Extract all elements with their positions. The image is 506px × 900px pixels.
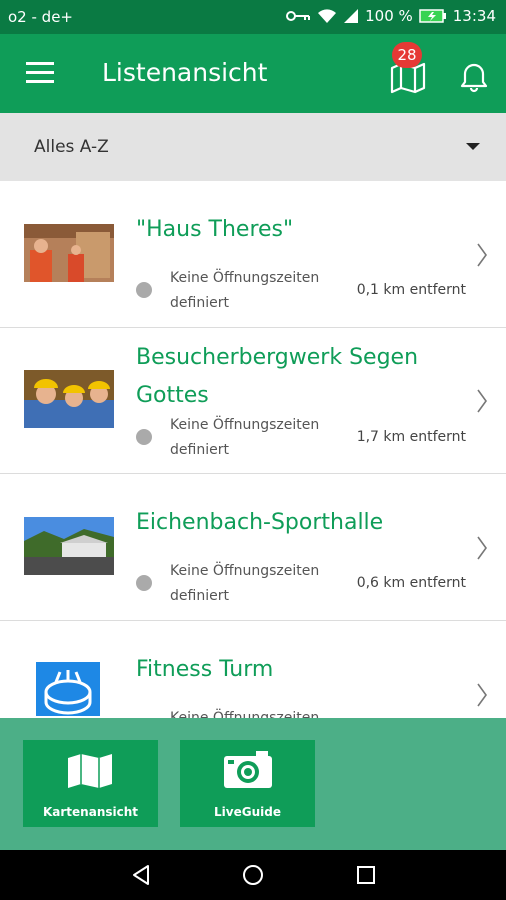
notification-count-badge: 28: [392, 42, 422, 68]
sort-filter-dropdown[interactable]: Alles A-Z: [0, 113, 506, 181]
list-item[interactable]: Besucherbergwerk Segen Gottes Keine Öffn…: [0, 327, 506, 474]
battery-percent: 100 %: [365, 7, 413, 25]
recents-icon[interactable]: [355, 864, 377, 886]
map-view-tile[interactable]: Kartenansicht: [23, 740, 158, 827]
map-view-label: Kartenansicht: [42, 805, 139, 819]
list-item[interactable]: Eichenbach-Sporthalle Keine Öffnungszeit…: [0, 474, 506, 621]
opening-status-dot: [136, 575, 152, 591]
opening-status-dot: [136, 429, 152, 445]
item-name: Besucherbergwerk Segen Gottes: [136, 345, 419, 408]
item-distance: 0,1 km entfernt: [356, 282, 466, 298]
opening-status-dot: [136, 282, 152, 298]
sort-filter-label: Alles A-Z: [34, 137, 109, 157]
status-icons: 100 % 13:34: [285, 7, 496, 25]
app-bar: Listenansicht 28: [0, 34, 506, 113]
bell-icon: [460, 63, 488, 93]
list-item[interactable]: Fitness Turm Keine Öffnungszeiten defini…: [0, 621, 506, 718]
item-name: Fitness Turm: [136, 657, 274, 682]
back-icon[interactable]: [130, 864, 152, 886]
home-icon[interactable]: [242, 864, 264, 886]
dropdown-caret-icon: [466, 143, 480, 150]
map-icon: [68, 754, 112, 788]
bottom-panel: Kartenansicht LiveGuide: [0, 718, 506, 850]
item-opening-hours: Keine Öffnungszeiten definiert: [170, 270, 320, 311]
item-opening-hours: Keine Öffnungszeiten definiert: [170, 710, 320, 718]
page-title: Listenansicht: [102, 58, 268, 87]
status-bar: o2 - de+ 100 % 13:34: [0, 0, 506, 34]
item-name: "Haus Theres": [136, 217, 294, 242]
chevron-right-icon: [477, 243, 487, 267]
stadium-icon: [36, 662, 100, 716]
item-opening-hours: Keine Öffnungszeiten definiert: [170, 563, 320, 604]
menu-icon[interactable]: [26, 62, 54, 84]
liveguide-tile[interactable]: LiveGuide: [180, 740, 315, 827]
item-thumbnail: [24, 370, 114, 428]
item-thumbnail: [24, 517, 114, 575]
item-thumbnail: [24, 224, 114, 282]
wifi-icon: [318, 9, 337, 23]
system-nav-bar: [0, 850, 506, 900]
chevron-right-icon: [477, 536, 487, 560]
signal-icon: [344, 9, 359, 23]
list-item[interactable]: "Haus Theres" Keine Öffnungszeiten defin…: [0, 181, 506, 328]
carrier-label: o2 - de+: [8, 8, 73, 26]
item-name: Eichenbach-Sporthalle: [136, 510, 384, 535]
item-opening-hours: Keine Öffnungszeiten definiert: [170, 417, 320, 458]
clock: 13:34: [452, 7, 496, 25]
item-distance: 0,6 km entfernt: [356, 575, 466, 591]
chevron-right-icon: [477, 683, 487, 707]
key-icon: [286, 11, 311, 21]
notifications-button[interactable]: [452, 54, 496, 98]
battery-icon: [419, 9, 446, 23]
chevron-right-icon: [477, 389, 487, 413]
liveguide-label: LiveGuide: [214, 805, 281, 819]
item-distance: 1,7 km entfernt: [356, 429, 466, 445]
camera-icon: [224, 751, 272, 788]
poi-list: "Haus Theres" Keine Öffnungszeiten defin…: [0, 181, 506, 718]
